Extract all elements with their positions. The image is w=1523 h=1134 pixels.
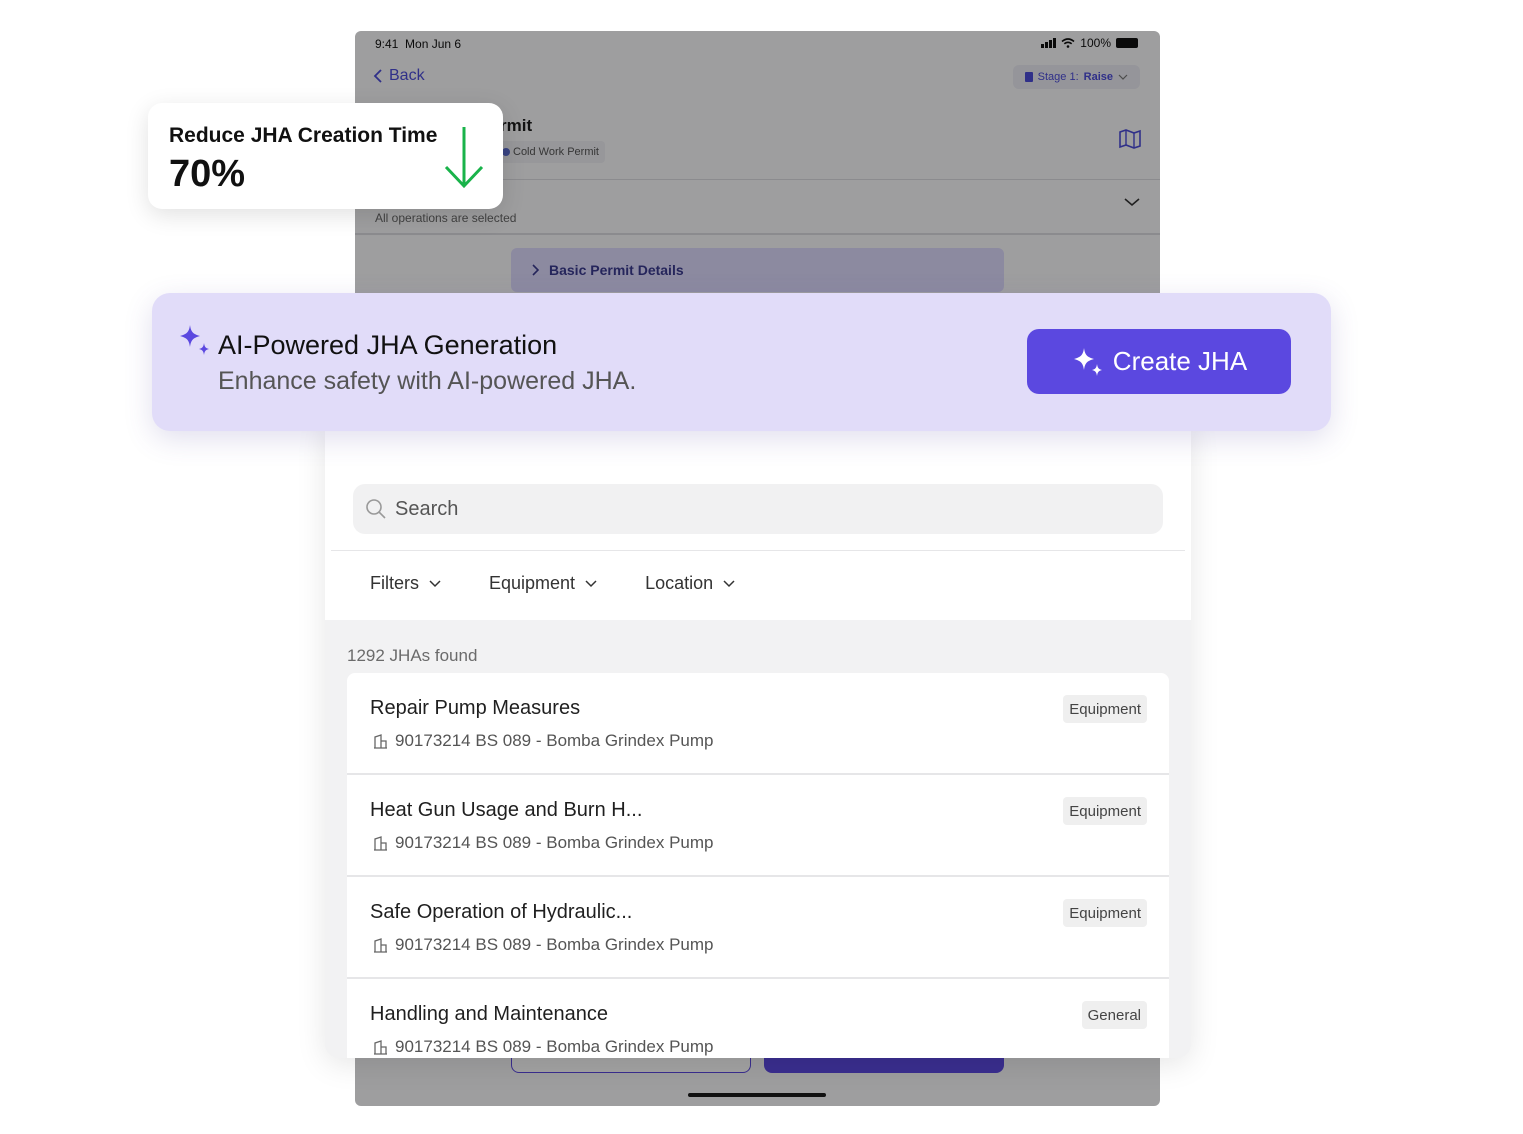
map-icon[interactable] [1118, 128, 1142, 150]
divider [355, 233, 1160, 235]
permit-type-chip: Cold Work Permit [497, 141, 605, 163]
list-item[interactable]: Handling and Maintenance 90173214 BS 089… [347, 979, 1169, 1058]
basic-permit-details-section[interactable]: Basic Permit Details [511, 248, 1004, 292]
category-tag: General [1081, 1001, 1147, 1029]
stage-prefix: Stage 1: [1037, 71, 1079, 83]
search-bar[interactable] [353, 484, 1163, 534]
chevron-down-icon [1118, 74, 1128, 80]
equipment-dropdown[interactable]: Equipment [489, 573, 597, 594]
jha-list: Repair Pump Measures 90173214 BS 089 - B… [347, 673, 1169, 1058]
stage-selector[interactable]: Stage 1: Raise [1012, 65, 1140, 89]
results-count: 1292 JHAs found [347, 646, 478, 665]
ai-jha-banner: AI-Powered JHA Generation Enhance safety… [152, 293, 1331, 431]
divider [331, 550, 1185, 551]
search-input[interactable] [395, 497, 1095, 521]
filter-label: Filters [370, 573, 419, 593]
chevron-down-icon[interactable] [1124, 197, 1140, 207]
stat-value: 70% [169, 153, 246, 195]
location-dropdown[interactable]: Location [645, 573, 735, 594]
chevron-down-icon [585, 579, 597, 587]
list-item[interactable]: Heat Gun Usage and Burn H... 90173214 BS… [347, 775, 1169, 877]
chevron-right-icon [532, 264, 539, 276]
back-label: Back [389, 67, 425, 84]
filter-row: Filters Equipment Location [370, 573, 783, 594]
document-icon [1024, 72, 1033, 82]
back-button[interactable]: Back [373, 67, 425, 85]
chevron-down-icon [429, 579, 441, 587]
equipment-icon [374, 937, 387, 953]
status-time: 9:41 Mon Jun 6 [375, 37, 462, 51]
banner-subtitle: Enhance safety with AI-powered JHA. [218, 367, 637, 395]
status-right: 100% [1041, 36, 1138, 50]
list-header: Filters Equipment Location [325, 418, 1191, 620]
sparkle-icon [180, 325, 209, 355]
cellular-signal-icon [1041, 38, 1057, 48]
chevron-left-icon [373, 69, 382, 83]
permit-title: rmit [500, 116, 533, 135]
chevron-down-icon [723, 579, 735, 587]
operations-status: All operations are selected [375, 211, 517, 225]
section-label: Basic Permit Details [549, 262, 684, 278]
stat-card: Reduce JHA Creation Time 70% [148, 103, 503, 209]
gear-icon [502, 148, 510, 156]
item-subtitle: 90173214 BS 089 - Bomba Grindex Pump [372, 1037, 713, 1057]
create-jha-label: Create JHA [1112, 346, 1248, 376]
banner-title: AI-Powered JHA Generation [218, 330, 558, 360]
item-title: Safe Operation of Hydraulic... [370, 901, 633, 923]
equipment-icon [374, 1039, 387, 1055]
list-item[interactable]: Repair Pump Measures 90173214 BS 089 - B… [347, 673, 1169, 775]
equipment-icon [374, 835, 387, 851]
filter-label: Equipment [489, 573, 576, 593]
equipment-icon [374, 733, 387, 749]
create-jha-button[interactable]: Create JHA [1027, 329, 1291, 394]
arrow-down-icon [444, 127, 484, 189]
wifi-icon [1061, 38, 1075, 48]
category-tag: Equipment [1063, 797, 1147, 825]
permit-type-label: Cold Work Permit [513, 146, 599, 158]
stat-title: Reduce JHA Creation Time [169, 124, 438, 147]
item-title: Handling and Maintenance [370, 1003, 608, 1025]
category-tag: Equipment [1063, 695, 1147, 723]
status-bar: 9:41 Mon Jun 6 100% [355, 31, 1160, 57]
stage-value: Raise [1083, 71, 1113, 83]
battery-percent: 100% [1080, 36, 1111, 50]
category-tag: Equipment [1063, 899, 1147, 927]
battery-icon [1116, 38, 1138, 48]
filter-label: Location [645, 573, 714, 593]
jha-list-panel: Filters Equipment Location 1292 JHAs fou… [325, 418, 1191, 1058]
item-title: Repair Pump Measures [370, 697, 581, 719]
search-icon [366, 499, 386, 519]
item-subtitle: 90173214 BS 089 - Bomba Grindex Pump [372, 935, 713, 955]
item-subtitle: 90173214 BS 089 - Bomba Grindex Pump [372, 833, 713, 853]
home-indicator [688, 1093, 826, 1097]
item-subtitle: 90173214 BS 089 - Bomba Grindex Pump [372, 731, 713, 751]
tablet-top-bar: Back Stage 1: Raise [355, 61, 1160, 95]
list-item[interactable]: Safe Operation of Hydraulic... 90173214 … [347, 877, 1169, 979]
filters-dropdown[interactable]: Filters [370, 573, 441, 594]
item-title: Heat Gun Usage and Burn H... [370, 799, 643, 821]
sparkle-icon [1073, 347, 1102, 376]
